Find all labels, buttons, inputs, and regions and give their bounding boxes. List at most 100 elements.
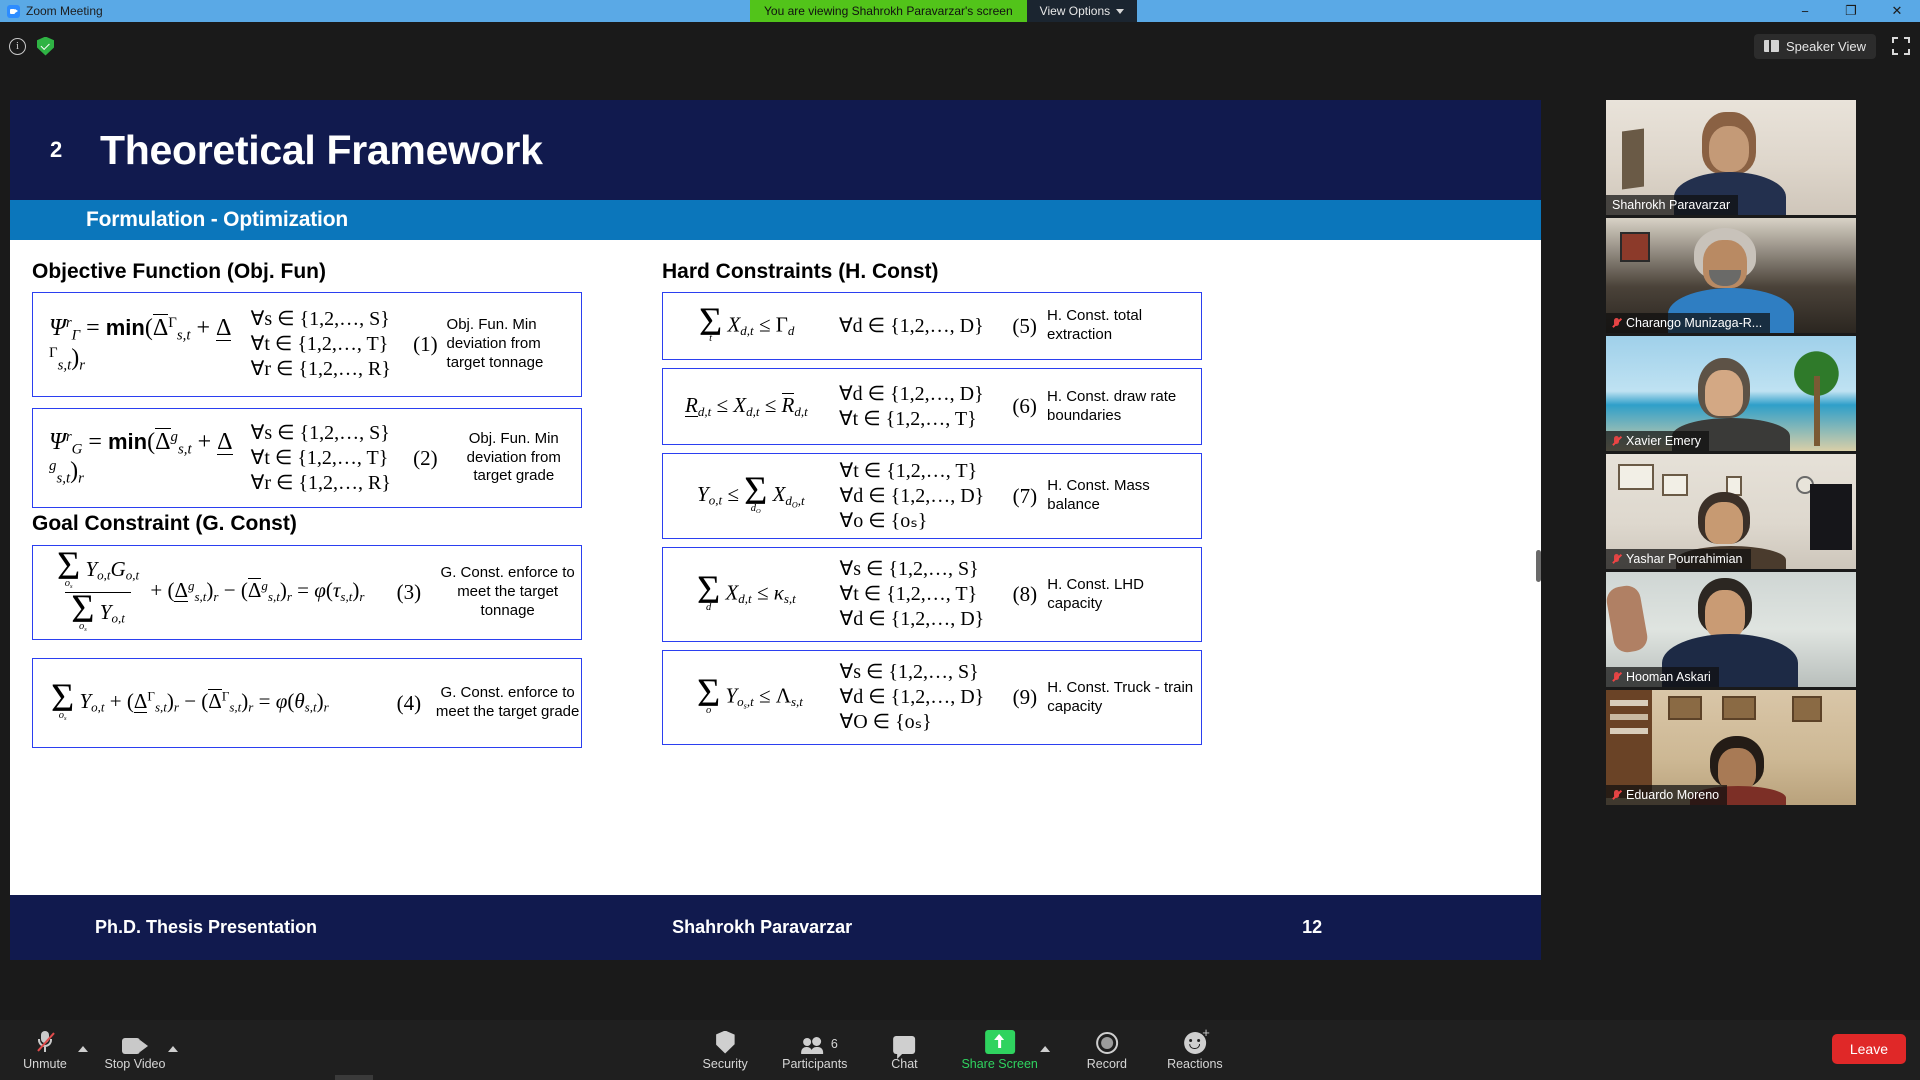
equation-5-number: (5) [1012,313,1037,338]
quantifier: ∀O ∈ {oₛ} [839,711,932,733]
hard-constraints-heading: Hard Constraints (H. Const) [662,260,939,283]
participants-button[interactable]: 6 Participants [782,1020,847,1080]
share-screen-button[interactable]: Share Screen [961,1020,1038,1080]
share-screen-label: Share Screen [961,1056,1038,1071]
quantifier: ∀s ∈ {1,2,…, S} [250,421,390,444]
unmute-button[interactable]: Unmute [14,1020,76,1080]
view-options-label: View Options [1039,4,1111,18]
mic-muted-icon [1612,789,1621,802]
equation-8-description: H. Const. LHD capacity [1047,575,1144,612]
participants-count: 6 [830,1036,838,1051]
participant-tile[interactable]: Charango Munizaga-R... [1606,218,1856,333]
participant-tile[interactable]: Shahrokh Paravarzar [1606,100,1856,215]
participant-tile[interactable]: Eduardo Moreno [1606,690,1856,805]
equation-box-1: ΨrΓ = min(ΔΓs,t + ΔΓs,t)r ∀s ∈ {1,2,…, S… [32,292,582,397]
mute-control-group: Unmute [14,1020,88,1080]
equation-4-expression: Σos Yo,t + (ΔΓs,t)r − (ΔΓs,t)r = φ(θs,t)… [51,675,329,722]
participant-tile[interactable]: Yashar Pourrahimian [1606,454,1856,569]
quantifier: ∀d ∈ {1,2,…, D} [839,686,985,708]
microphone-muted-icon [37,1030,55,1054]
audio-options-chevron[interactable] [78,1020,88,1080]
goal-constraint-heading: Goal Constraint (G. Const) [32,512,297,535]
stop-video-button[interactable]: Stop Video [104,1020,166,1080]
quantifier: ∀t ∈ {1,2,…, T} [839,583,978,605]
equation-1-description: Obj. Fun. Min deviation from target tonn… [446,316,544,371]
reactions-button[interactable]: + Reactions [1164,1020,1226,1080]
speaker-view-label: Speaker View [1786,38,1866,54]
security-button[interactable]: Security [694,1020,756,1080]
reactions-label: Reactions [1167,1056,1223,1071]
slide-footer: Ph.D. Thesis Presentation Shahrokh Parav… [10,895,1541,960]
equation-1-quantifiers: ∀s ∈ {1,2,…, S} ∀t ∈ {1,2,…, T} ∀r ∈ {1,… [251,307,405,382]
equation-3-number: (3) [396,580,422,604]
record-button[interactable]: Record [1076,1020,1138,1080]
participants-icon: 6 [800,1030,838,1054]
participant-tile[interactable]: Hooman Askari [1606,572,1856,687]
security-label: Security [702,1056,748,1071]
zoom-logo-icon [7,4,20,18]
equation-3-expression: Σos Yo,tGo,t Σos Yo,t + (Δgs,t)r − (Δgs,… [57,543,365,633]
slide-subtitle: Formulation - Optimization [86,208,348,231]
equation-box-8: Σd Xd,t ≤ κs,t ∀s ∈ {1,2,…, S} ∀t ∈ {1,2… [662,547,1202,642]
view-options-button[interactable]: View Options [1026,0,1138,22]
quantifier: ∀t ∈ {1,2,…, T} [839,459,978,482]
equation-2-expression: ΨrG = min(Δgs,t + Δgs,t)r [49,427,233,488]
equation-7-quantifiers: ∀t ∈ {1,2,…, T} ∀d ∈ {1,2,…, D} ∀o ∈ {oₛ… [840,459,1003,534]
participant-filmstrip: Shahrokh Paravarzar Charango Munizaga-R.… [1606,100,1856,808]
shield-icon [715,1030,735,1054]
equation-9-expression: Σo Yos,t ≤ Λs,t [697,670,803,716]
stop-video-label: Stop Video [104,1056,166,1071]
equation-6-description: H. Const. draw rate boundaries [1047,387,1177,424]
equation-box-7: Yo,t ≤ ΣdO XdO,t ∀t ∈ {1,2,…, T} ∀d ∈ {1… [662,453,1202,539]
slide-subtitle-bar: Formulation - Optimization [10,200,1541,240]
equation-8-expression: Σd Xd,t ≤ κs,t [697,567,796,613]
taskbar-indicator [335,1075,373,1080]
chat-button[interactable]: Chat [873,1020,935,1080]
equation-box-2: ΨrG = min(Δgs,t + Δgs,t)r ∀s ∈ {1,2,…, S… [32,408,582,508]
equation-5-expression: Σt Xd,t ≤ Γd [699,298,795,345]
meeting-control-bar: Unmute Stop Video Security 6 Participant… [0,1020,1920,1080]
meeting-info-right: Speaker View [1754,22,1910,70]
equation-9-description: H. Const. Truck - train capacity [1047,678,1194,715]
quantifier: ∀t ∈ {1,2,…, T} [250,446,389,469]
encryption-shield-icon[interactable] [37,36,54,56]
equation-7-description: H. Const. Mass balance [1047,477,1150,513]
mic-muted-icon [1612,553,1621,566]
equation-9-quantifiers: ∀s ∈ {1,2,…, S} ∀d ∈ {1,2,…, D} ∀O ∈ {oₛ… [840,660,1003,735]
share-options-chevron[interactable] [1039,1020,1050,1080]
title-bar-left: Zoom Meeting [0,4,103,18]
share-screen-icon [984,1029,1015,1054]
equation-5-quantifiers: ∀d ∈ {1,2,…, D} [839,314,1002,339]
quantifier: ∀r ∈ {1,2,…, R} [250,471,391,494]
participant-name: Charango Munizaga-R... [1626,316,1763,330]
meeting-stage: 2 Theoretical Framework Formulation - Op… [0,70,1920,1020]
participant-name-badge: Charango Munizaga-R... [1606,313,1771,333]
speaker-view-button[interactable]: Speaker View [1754,33,1876,59]
close-button[interactable]: ✕ [1874,0,1920,22]
reactions-smiley-icon: + [1183,1026,1210,1054]
participant-name: Shahrokh Paravarzar [1612,198,1731,212]
equation-8-number: (8) [1012,582,1038,606]
window-controls: − ❐ ✕ [1782,0,1920,22]
share-scroll-handle[interactable] [1536,550,1541,582]
fullscreen-icon[interactable] [1892,37,1910,55]
participant-name-badge: Eduardo Moreno [1606,785,1728,805]
quantifier: ∀d ∈ {1,2,…, D} [839,484,985,507]
minimize-button[interactable]: − [1782,0,1828,22]
slide-footer-left: Ph.D. Thesis Presentation [95,917,318,937]
maximize-restore-button[interactable]: ❐ [1828,0,1874,22]
equation-6-expression: Rd,t ≤ Xd,t ≤ Rd,t [685,393,808,419]
video-options-chevron[interactable] [168,1020,178,1080]
participant-name-badge: Yashar Pourrahimian [1606,549,1751,569]
leave-button[interactable]: Leave [1831,1034,1906,1064]
quantifier: ∀o ∈ {oₛ} [839,509,928,532]
equation-4-number: (4) [396,690,422,715]
meeting-info-left: i [0,36,54,56]
meeting-info-icon[interactable]: i [9,37,26,55]
mic-muted-icon [1612,671,1621,684]
participant-tile[interactable]: Xavier Emery [1606,336,1856,451]
quantifier: ∀s ∈ {1,2,…, S} [250,308,390,330]
quantifier: ∀r ∈ {1,2,…, R} [250,358,391,380]
equation-box-9: Σo Yos,t ≤ Λs,t ∀s ∈ {1,2,…, S} ∀d ∈ {1,… [662,650,1202,745]
record-label: Record [1086,1056,1128,1071]
